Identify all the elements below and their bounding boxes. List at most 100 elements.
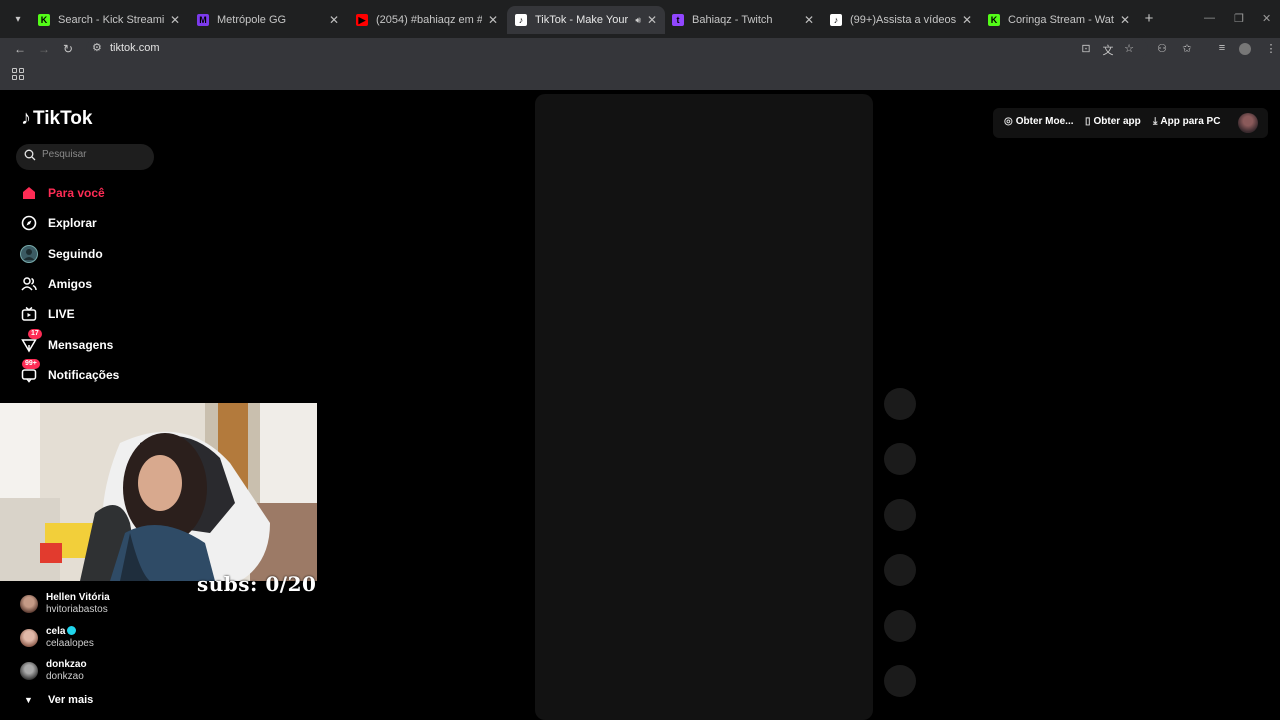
followed-account[interactable]: cela celaalopes <box>20 626 94 650</box>
profile-avatar[interactable] <box>1238 113 1258 133</box>
tab-close-icon[interactable]: ✕ <box>960 13 974 27</box>
nav-label: Para você <box>48 186 105 200</box>
get-coins-button[interactable]: ◎ Obter Moe... <box>1004 116 1074 127</box>
browser-tab[interactable]: ▶ (2054) #bahiaqz em #Twitch | t ✕ <box>348 6 506 34</box>
search-box[interactable] <box>16 144 154 170</box>
back-icon[interactable]: ← <box>12 41 28 57</box>
messages-icon: 17 <box>20 329 42 354</box>
get-app-label: Obter app <box>1093 116 1141 127</box>
favorites-icon[interactable]: ✩ <box>1180 42 1194 55</box>
bookmark-star-icon[interactable]: ☆ <box>1122 42 1136 55</box>
tab-close-icon[interactable]: ✕ <box>168 13 182 27</box>
translate-icon[interactable]: 文 <box>1101 42 1115 58</box>
menu-kebab-icon[interactable]: ⋮ <box>1264 42 1278 55</box>
see-more-button[interactable]: ▼ Ver mais <box>24 694 93 706</box>
tiktok-logo[interactable]: ♪ TikTok <box>21 107 92 130</box>
comment-action-button[interactable] <box>884 499 916 531</box>
account-handle: hvitoriabastos <box>46 604 108 615</box>
nav-label: Mensagens <box>48 338 114 352</box>
nav-para-voce[interactable]: Para você <box>20 182 105 204</box>
chevron-down-icon: ▼ <box>24 695 33 705</box>
webcam-overlay <box>0 403 317 581</box>
favorite-action-button[interactable] <box>884 554 916 586</box>
account-name: Hellen Vitória <box>46 592 110 603</box>
nav-label: Amigos <box>48 277 93 291</box>
followed-account[interactable]: Hellen Vitória hvitoriabastos <box>20 592 110 616</box>
browser-tab[interactable]: K Coringa Stream - Watch Live o ✕ <box>980 6 1138 34</box>
tab-close-icon[interactable]: ✕ <box>645 13 659 27</box>
tab-favicon-icon: ♪ <box>515 14 527 26</box>
tab-title: (2054) #bahiaqz em #Twitch | t <box>376 14 482 26</box>
notifications-badge: 99+ <box>22 359 40 369</box>
apps-grid-icon[interactable] <box>12 68 24 80</box>
install-app-icon[interactable]: ⊡ <box>1079 42 1093 55</box>
nav-live[interactable]: LIVE <box>20 303 75 325</box>
tab-search-dropdown-icon[interactable]: ▾ <box>9 10 27 28</box>
url-text[interactable]: tiktok.com <box>110 42 160 54</box>
avatar <box>20 595 38 613</box>
tab-title: (99+)Assista a vídeos populare <box>850 14 956 26</box>
tab-favicon-icon: ♪ <box>830 14 842 26</box>
top-right-actions: ◎ Obter Moe... ▯ Obter app ⤓ App para PC <box>993 108 1268 138</box>
live-tv-icon <box>20 305 38 323</box>
pc-app-button[interactable]: ⤓ App para PC <box>1153 116 1220 127</box>
tab-title: Metrópole GG <box>217 14 287 26</box>
browser-tab[interactable]: K Search - Kick Streaming ✕ <box>30 6 188 34</box>
tab-close-icon[interactable]: ✕ <box>802 13 816 27</box>
logo-text: TikTok <box>33 107 93 129</box>
get-app-button[interactable]: ▯ Obter app <box>1085 116 1141 127</box>
extension-icon[interactable]: ⚇ <box>1155 42 1169 55</box>
notifications-icon: 99+ <box>20 359 40 384</box>
tab-title: Coringa Stream - Watch Live o <box>1008 14 1114 26</box>
tab-title: Bahiaqz - Twitch <box>692 14 773 26</box>
browser-tab[interactable]: M Metrópole GG ✕ <box>189 6 347 34</box>
tab-title: Search - Kick Streaming <box>58 14 164 26</box>
home-icon <box>20 184 38 202</box>
nav-amigos[interactable]: Amigos <box>20 273 92 295</box>
nav-explorar[interactable]: Explorar <box>20 212 97 234</box>
share-action-button[interactable] <box>884 610 916 642</box>
nav-mensagens[interactable]: 17 Mensagens <box>20 329 114 356</box>
video-player-placeholder[interactable] <box>535 94 873 720</box>
nav-seguindo[interactable]: Seguindo <box>20 243 103 265</box>
tab-close-icon[interactable]: ✕ <box>486 13 500 27</box>
browser-toolbar: ← → ↻ ⚙ tiktok.com ⊡ 文 ☆ ⚇ ✩ ≡ ⋮ <box>0 38 1280 60</box>
forward-icon[interactable]: → <box>36 41 52 57</box>
like-action-button[interactable] <box>884 443 916 475</box>
nav-label: Seguindo <box>48 247 103 261</box>
phone-icon: ▯ <box>1085 116 1091 127</box>
avatar <box>20 662 38 680</box>
browser-tab-bar: ▾ K Search - Kick Streaming ✕ M Metrópole GG… <box>0 0 1280 38</box>
tab-favicon-icon: ▶ <box>356 14 368 26</box>
tab-audio-icon[interactable]: 🔊︎ <box>635 15 641 26</box>
minimize-icon[interactable]: — <box>1204 12 1215 24</box>
nav-label: LIVE <box>48 307 75 321</box>
followed-account[interactable]: donkzao donkzao <box>20 659 87 683</box>
search-input[interactable] <box>42 149 142 160</box>
see-more-label: Ver mais <box>48 694 94 706</box>
browser-tab[interactable]: ♪ TikTok - Make Your Day 🔊︎ ✕ <box>507 6 665 34</box>
tab-close-icon[interactable]: ✕ <box>327 13 341 27</box>
webcam-scene-image <box>0 403 317 581</box>
account-name: cela <box>46 626 66 637</box>
close-window-icon[interactable]: ✕ <box>1262 12 1271 25</box>
site-settings-icon[interactable]: ⚙ <box>92 41 102 54</box>
account-handle: celaalopes <box>46 638 94 649</box>
reload-icon[interactable]: ↻ <box>60 41 76 57</box>
browser-tab[interactable]: t Bahiaqz - Twitch ✕ <box>664 6 822 34</box>
search-icon <box>24 149 36 161</box>
address-bar[interactable]: ⚙ tiktok.com <box>86 38 1148 60</box>
profile-avatar-icon[interactable] <box>1239 43 1251 55</box>
tab-close-icon[interactable]: ✕ <box>1118 13 1132 27</box>
media-control-icon[interactable]: ≡ <box>1215 42 1229 54</box>
messages-badge: 17 <box>28 329 42 339</box>
subs-counter: subs: 0/20 <box>197 572 317 596</box>
restore-icon[interactable]: ❐ <box>1234 12 1244 25</box>
browser-tab[interactable]: ♪ (99+)Assista a vídeos populare ✕ <box>822 6 980 34</box>
nav-label: Explorar <box>48 216 97 230</box>
friends-icon <box>20 275 38 293</box>
avatar-action-button[interactable] <box>884 388 916 420</box>
nav-notificacoes[interactable]: 99+ Notificações <box>20 359 119 386</box>
new-tab-button[interactable]: + <box>1141 10 1157 28</box>
music-disc-button[interactable] <box>884 665 916 697</box>
